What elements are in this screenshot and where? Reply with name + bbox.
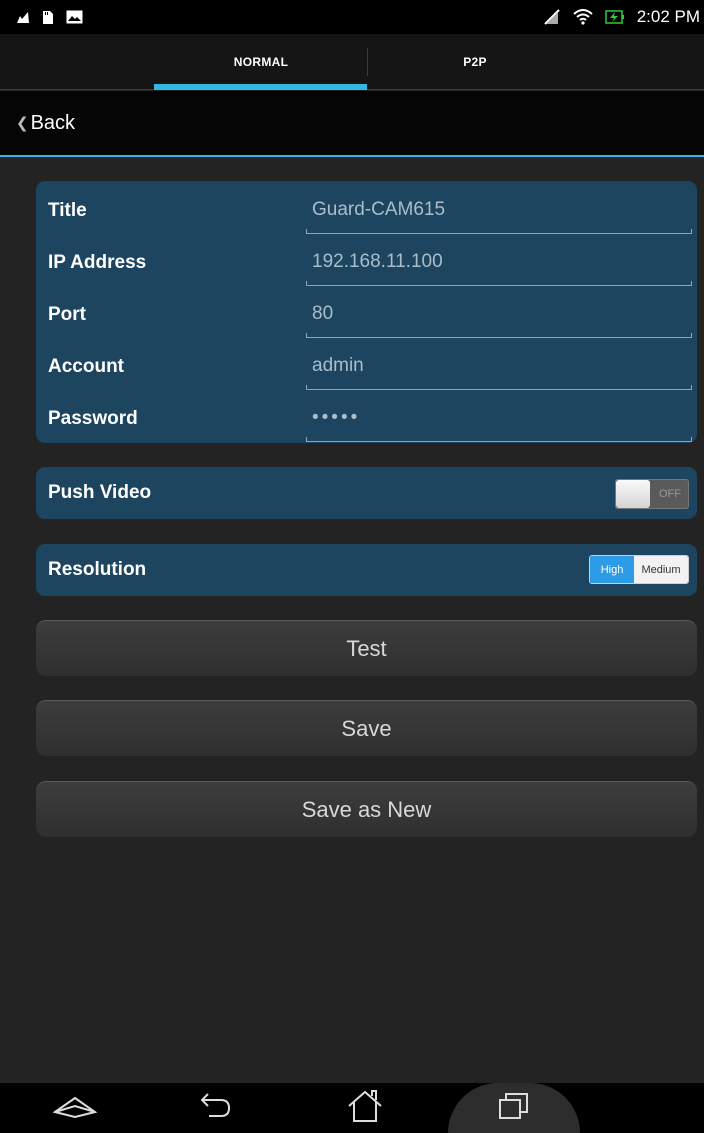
test-button[interactable]: Test [36, 620, 697, 676]
port-underline [306, 333, 692, 338]
ip-address-underline [306, 281, 692, 286]
tab-normal[interactable]: NORMAL [154, 34, 368, 90]
tab-selected-indicator [154, 84, 367, 90]
nav-recent-apps-button[interactable] [448, 1083, 580, 1133]
nav-back-button[interactable] [180, 1083, 250, 1133]
toggle-knob [616, 480, 650, 508]
home-icon [345, 1088, 385, 1129]
no-sim-icon [543, 9, 561, 25]
password-input[interactable] [306, 399, 692, 437]
camera-settings-form: Title IP Address Port Account Password [36, 181, 697, 443]
nav-home-button[interactable] [330, 1083, 400, 1133]
wifi-icon [573, 9, 593, 25]
notification-icon [16, 10, 30, 24]
back-button[interactable]: ❮ Back [16, 112, 75, 135]
resolution-medium-option[interactable]: Medium [634, 556, 688, 583]
battery-charging-icon [604, 9, 625, 25]
password-underline [306, 437, 692, 442]
status-time: 2:02 PM [636, 7, 700, 26]
action-bar-divider [0, 155, 704, 157]
resolution-panel: Resolution High Medium [36, 544, 697, 596]
resolution-label: Resolution [48, 559, 147, 580]
sd-card-icon [42, 10, 54, 25]
image-icon [66, 10, 83, 24]
status-bar: 2:02 PM [0, 0, 704, 34]
ip-address-input[interactable] [306, 243, 692, 281]
form-row-account: Account [36, 341, 697, 393]
form-row-password: Password [36, 393, 697, 445]
back-arrow-icon [195, 1090, 235, 1127]
title-label: Title [48, 200, 87, 221]
form-row-ip: IP Address [36, 237, 697, 289]
tab-p2p[interactable]: P2P [368, 34, 582, 90]
chevron-up-icon [52, 1093, 98, 1124]
push-video-panel: Push Video OFF [36, 467, 697, 519]
push-video-label: Push Video [48, 482, 152, 503]
port-input[interactable] [306, 295, 692, 333]
password-label: Password [48, 408, 138, 429]
form-row-port: Port [36, 289, 697, 341]
nav-up-button[interactable] [40, 1083, 110, 1133]
tab-bar: NORMAL P2P [0, 34, 704, 90]
back-label: Back [30, 111, 76, 134]
save-button[interactable]: Save [36, 700, 697, 756]
title-underline [306, 229, 692, 234]
resolution-segmented-control: High Medium [589, 555, 689, 584]
save-as-new-button[interactable]: Save as New [36, 781, 697, 837]
navigation-bar [0, 1083, 704, 1133]
toggle-state-text: OFF [659, 488, 681, 500]
action-bar: ❮ Back [0, 91, 704, 155]
resolution-high-option[interactable]: High [590, 556, 634, 583]
chevron-left-icon: ❮ [16, 115, 29, 132]
form-row-title: Title [36, 185, 697, 237]
account-underline [306, 385, 692, 390]
account-label: Account [48, 356, 124, 377]
port-label: Port [48, 304, 86, 325]
ip-address-label: IP Address [48, 252, 147, 273]
title-input[interactable] [306, 191, 692, 229]
recent-apps-icon [497, 1090, 531, 1127]
push-video-toggle[interactable]: OFF [615, 479, 689, 509]
account-input[interactable] [306, 347, 692, 385]
